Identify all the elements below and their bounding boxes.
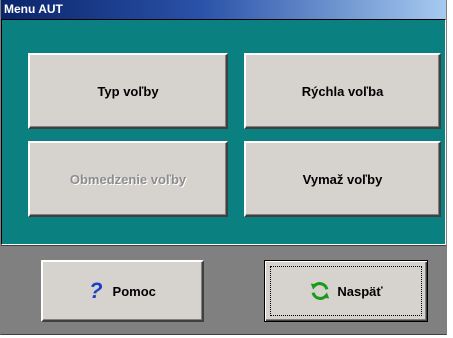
title-bar: Menu AUT: [1, 0, 446, 19]
help-label: Pomoc: [112, 283, 156, 299]
obmedzenie-volby-label: Obmedzenie voľby: [69, 171, 187, 187]
question-mark-icon: ?: [89, 278, 103, 303]
menu-aut-window: Menu AUT Typ voľby Rýchla voľba Obmedzen…: [0, 0, 447, 335]
obmedzenie-volby-button: Obmedzenie voľby: [28, 141, 228, 217]
vymaz-volby-label: Vymaž voľby: [302, 171, 383, 187]
rychla-volba-label: Rýchla voľba: [301, 83, 384, 99]
window-title: Menu AUT: [4, 2, 63, 16]
focus-rectangle: [270, 266, 422, 316]
vymaz-volby-button[interactable]: Vymaž voľby: [244, 141, 441, 217]
rychla-volba-button[interactable]: Rýchla voľba: [244, 53, 441, 129]
typ-volby-button[interactable]: Typ voľby: [28, 53, 228, 129]
typ-volby-label: Typ voľby: [97, 83, 159, 99]
help-button[interactable]: ? Pomoc: [41, 260, 204, 322]
back-button[interactable]: Naspäť: [264, 260, 428, 322]
